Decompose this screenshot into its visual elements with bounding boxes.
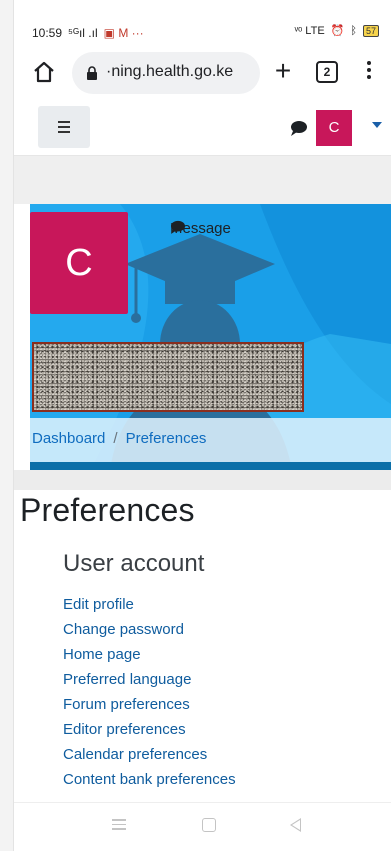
divider-band bbox=[14, 470, 391, 490]
bluetooth-icon: ᛒ bbox=[350, 24, 357, 37]
browser-menu-icon[interactable] bbox=[364, 58, 374, 86]
lock-icon bbox=[87, 66, 97, 80]
message-button[interactable]: Message bbox=[170, 220, 231, 237]
battery-icon: 57 bbox=[362, 24, 379, 37]
status-time: 10:59 bbox=[32, 26, 63, 40]
network-type: ᵛᵒ LTE bbox=[294, 24, 325, 37]
user-avatar[interactable]: C bbox=[316, 110, 352, 146]
screen-edge bbox=[0, 0, 14, 851]
phone-screen: 10:59 ⁵ᴳıl .ıl ▣ M ··· ᵛᵒ LTE ⏰ ᛒ 57 ·ni… bbox=[0, 0, 391, 851]
breadcrumb-separator: / bbox=[113, 430, 118, 447]
site-navbar: C bbox=[14, 100, 391, 156]
link-edit-profile[interactable]: Edit profile bbox=[63, 594, 236, 619]
home-button-icon[interactable] bbox=[202, 818, 216, 832]
new-tab-button[interactable]: + bbox=[268, 54, 298, 90]
messages-icon[interactable] bbox=[290, 120, 308, 136]
link-forum-preferences[interactable]: Forum preferences bbox=[63, 694, 236, 719]
section-title: User account bbox=[63, 550, 205, 577]
tab-switcher-button[interactable]: 2 bbox=[316, 61, 338, 83]
status-right: ᵛᵒ LTE ⏰ ᛒ 57 bbox=[295, 24, 379, 37]
status-bar: 10:59 ⁵ᴳıl .ıl ▣ M ··· ᵛᵒ LTE ⏰ ᛒ 57 bbox=[14, 0, 391, 44]
home-icon[interactable] bbox=[32, 60, 56, 84]
recent-apps-icon[interactable] bbox=[112, 819, 126, 831]
profile-header: C Message Dashboard / Preferences bbox=[30, 204, 391, 470]
url-text: ·ning.health.go.ke bbox=[106, 63, 234, 80]
breadcrumb: Dashboard / Preferences bbox=[32, 430, 206, 447]
link-editor-preferences[interactable]: Editor preferences bbox=[63, 719, 236, 744]
link-calendar-preferences[interactable]: Calendar preferences bbox=[63, 744, 236, 769]
system-nav-bar bbox=[14, 802, 391, 851]
breadcrumb-bar: Dashboard / Preferences bbox=[30, 418, 391, 462]
alarm-icon: ⏰ bbox=[330, 25, 345, 37]
breadcrumb-dashboard[interactable]: Dashboard bbox=[32, 430, 105, 447]
breadcrumb-preferences[interactable]: Preferences bbox=[126, 430, 207, 447]
link-change-password[interactable]: Change password bbox=[63, 619, 236, 644]
spacer-band bbox=[14, 156, 391, 204]
browser-toolbar: ·ning.health.go.ke + 2 bbox=[14, 48, 391, 100]
notification-icons: ▣ M ··· bbox=[103, 26, 144, 40]
address-bar[interactable]: ·ning.health.go.ke bbox=[72, 52, 260, 94]
hamburger-menu-button[interactable] bbox=[38, 106, 90, 148]
profile-avatar: C bbox=[30, 212, 128, 314]
page-title: Preferences bbox=[20, 492, 195, 528]
redacted-name bbox=[32, 342, 304, 412]
chevron-down-icon[interactable] bbox=[372, 122, 382, 128]
back-icon[interactable] bbox=[290, 818, 301, 832]
link-home-page[interactable]: Home page bbox=[63, 644, 236, 669]
header-strip bbox=[30, 462, 391, 470]
chat-bubble-icon bbox=[171, 220, 185, 234]
signal-icon: ⁵ᴳıl .ıl bbox=[68, 26, 98, 40]
status-left: 10:59 ⁵ᴳıl .ıl ▣ M ··· bbox=[32, 26, 144, 40]
preferences-list: Edit profile Change password Home page P… bbox=[63, 594, 236, 794]
link-preferred-language[interactable]: Preferred language bbox=[63, 669, 236, 694]
